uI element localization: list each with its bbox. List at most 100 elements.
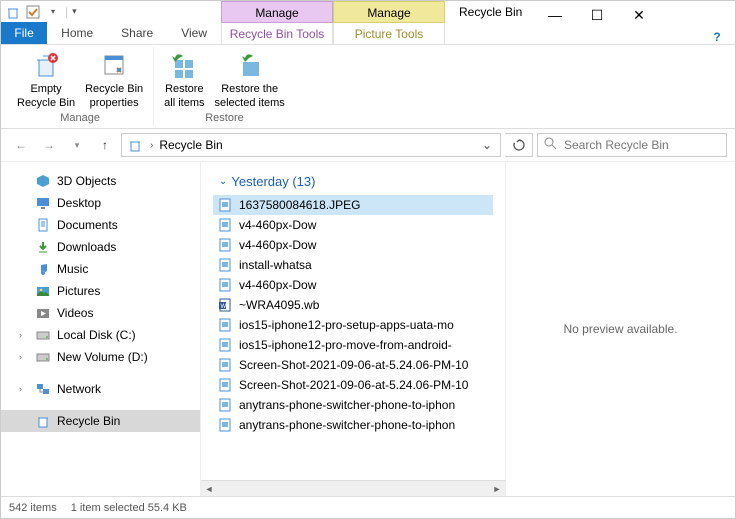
sidebar-item[interactable]: Videos [1, 302, 200, 324]
sidebar-item-label: Music [57, 262, 88, 276]
file-row[interactable]: anytrans-phone-switcher-phone-to-iphon [213, 395, 493, 415]
address-dropdown-icon[interactable]: ⌄ [478, 138, 496, 152]
tab-home[interactable]: Home [47, 22, 107, 44]
context-subtab-picture-tools[interactable]: Picture Tools [333, 23, 445, 45]
3d-icon [35, 173, 51, 189]
scroll-left-icon[interactable]: ◄ [201, 484, 217, 494]
file-menu-button[interactable]: File [1, 22, 47, 44]
sidebar-item[interactable]: Desktop [1, 192, 200, 214]
search-input[interactable]: Search Recycle Bin [537, 133, 727, 157]
file-name: v4-460px-Dow [239, 278, 316, 292]
file-icon [217, 257, 233, 273]
file-row[interactable]: install-whatsa [213, 255, 493, 275]
refresh-button[interactable] [505, 133, 533, 157]
chevron-right-icon[interactable]: › [19, 384, 29, 394]
desktop-icon [35, 195, 51, 211]
file-list-pane: ⌄ Yesterday (13) 1637580084618.JPEGv4-46… [201, 162, 505, 496]
horizontal-scrollbar[interactable]: ◄ ► [201, 480, 505, 496]
file-icon [217, 197, 233, 213]
file-name: Screen-Shot-2021-09-06-at-5.24.06-PM-10 [239, 358, 468, 372]
svg-text:W: W [221, 304, 227, 310]
file-icon [217, 217, 233, 233]
file-name: Screen-Shot-2021-09-06-at-5.24.06-PM-10 [239, 378, 468, 392]
file-icon: W [217, 297, 233, 313]
pics-icon [35, 283, 51, 299]
help-icon[interactable]: ? [708, 26, 732, 48]
recent-dropdown[interactable]: ▾ [65, 133, 89, 157]
ribbon-group-manage-label: Manage [60, 112, 100, 126]
file-name: ios15-iphone12-pro-setup-apps-uata-mo [239, 318, 454, 332]
checkbox-icon[interactable] [25, 4, 41, 20]
status-selection: 1 item selected 55.4 KB [71, 502, 187, 514]
file-icon [217, 317, 233, 333]
ribbon-group-restore-label: Restore [205, 112, 244, 126]
file-row[interactable]: Screen-Shot-2021-09-06-at-5.24.06-PM-10 [213, 355, 493, 375]
navigation-sidebar[interactable]: 3D Objects Desktop DocumentsDownloads Music… [1, 162, 201, 496]
refresh-icon [512, 138, 526, 152]
sidebar-item-recycle-bin[interactable]: Recycle Bin [1, 410, 200, 432]
sidebar-item[interactable]: Downloads [1, 236, 200, 258]
restore-selected-items-button[interactable]: Restore the selected items [211, 47, 289, 112]
disk-icon [35, 349, 51, 365]
file-row[interactable]: v4-460px-Dow [213, 275, 493, 295]
up-button[interactable]: ↑ [93, 133, 117, 157]
chevron-right-icon[interactable]: › [150, 140, 153, 151]
sidebar-item[interactable]: Documents [1, 214, 200, 236]
recycle-bin-properties-button[interactable]: Recycle Bin properties [81, 47, 147, 112]
empty-recycle-bin-button[interactable]: Empty Recycle Bin [13, 47, 79, 112]
file-row[interactable]: W~WRA4095.wb [213, 295, 493, 315]
recycle-bin-icon [35, 413, 51, 429]
qat-dropdown-icon[interactable]: ▾ [45, 4, 61, 20]
context-tab-manage-recycle[interactable]: Manage [221, 1, 333, 23]
docs-icon [35, 217, 51, 233]
restore-all-items-button[interactable]: Restore all items [160, 47, 208, 112]
network-icon [35, 381, 51, 397]
file-icon [217, 357, 233, 373]
context-tab-manage-picture[interactable]: Manage [333, 1, 445, 23]
status-item-count: 542 items [9, 502, 57, 514]
file-row[interactable]: anytrans-phone-switcher-phone-to-iphon [213, 415, 493, 435]
group-header-yesterday[interactable]: ⌄ Yesterday (13) [213, 170, 493, 195]
file-name: anytrans-phone-switcher-phone-to-iphon [239, 418, 455, 432]
file-row[interactable]: v4-460px-Dow [213, 235, 493, 255]
sidebar-item[interactable]: ›New Volume (D:) [1, 346, 200, 368]
restore-all-icon [168, 49, 200, 81]
minimize-button[interactable]: — [534, 1, 576, 29]
address-box[interactable]: › Recycle Bin ⌄ [121, 133, 501, 157]
down-icon [35, 239, 51, 255]
file-row[interactable]: ios15-iphone12-pro-move-from-android- [213, 335, 493, 355]
sidebar-item[interactable]: Pictures [1, 280, 200, 302]
file-row[interactable]: Screen-Shot-2021-09-06-at-5.24.06-PM-10 [213, 375, 493, 395]
scroll-right-icon[interactable]: ► [489, 484, 505, 494]
file-icon [217, 377, 233, 393]
tab-view[interactable]: View [167, 22, 221, 44]
file-row[interactable]: v4-460px-Dow [213, 215, 493, 235]
chevron-right-icon[interactable]: › [19, 352, 29, 362]
status-bar: 542 items 1 item selected 55.4 KB [1, 496, 735, 518]
file-row[interactable]: ios15-iphone12-pro-setup-apps-uata-mo [213, 315, 493, 335]
context-subtab-recycle-tools[interactable]: Recycle Bin Tools [221, 23, 333, 45]
sidebar-item-label: Pictures [57, 284, 100, 298]
close-button[interactable]: ✕ [618, 1, 660, 29]
sidebar-item-label: Desktop [57, 196, 101, 210]
file-list[interactable]: ⌄ Yesterday (13) 1637580084618.JPEGv4-46… [201, 162, 505, 480]
search-placeholder: Search Recycle Bin [564, 138, 669, 152]
sidebar-item-network[interactable]: › Network [1, 378, 200, 400]
chevron-right-icon[interactable]: › [19, 330, 29, 340]
tab-share[interactable]: Share [107, 22, 167, 44]
sidebar-item[interactable]: Music [1, 258, 200, 280]
qat-overflow[interactable]: ▾ [72, 6, 77, 17]
restore-selected-icon [234, 49, 266, 81]
file-icon [217, 277, 233, 293]
sidebar-item[interactable]: 3D Objects [1, 170, 200, 192]
chevron-down-icon[interactable]: ⌄ [219, 176, 227, 187]
empty-bin-icon [30, 49, 62, 81]
sidebar-item[interactable]: ›Local Disk (C:) [1, 324, 200, 346]
file-icon [217, 337, 233, 353]
sidebar-item-label: Recycle Bin [57, 414, 120, 428]
back-button[interactable]: ← [9, 133, 33, 157]
maximize-button[interactable]: ☐ [576, 1, 618, 29]
forward-button: → [37, 133, 61, 157]
file-row[interactable]: 1637580084618.JPEG [213, 195, 493, 215]
recycle-bin-path-icon [126, 136, 144, 154]
